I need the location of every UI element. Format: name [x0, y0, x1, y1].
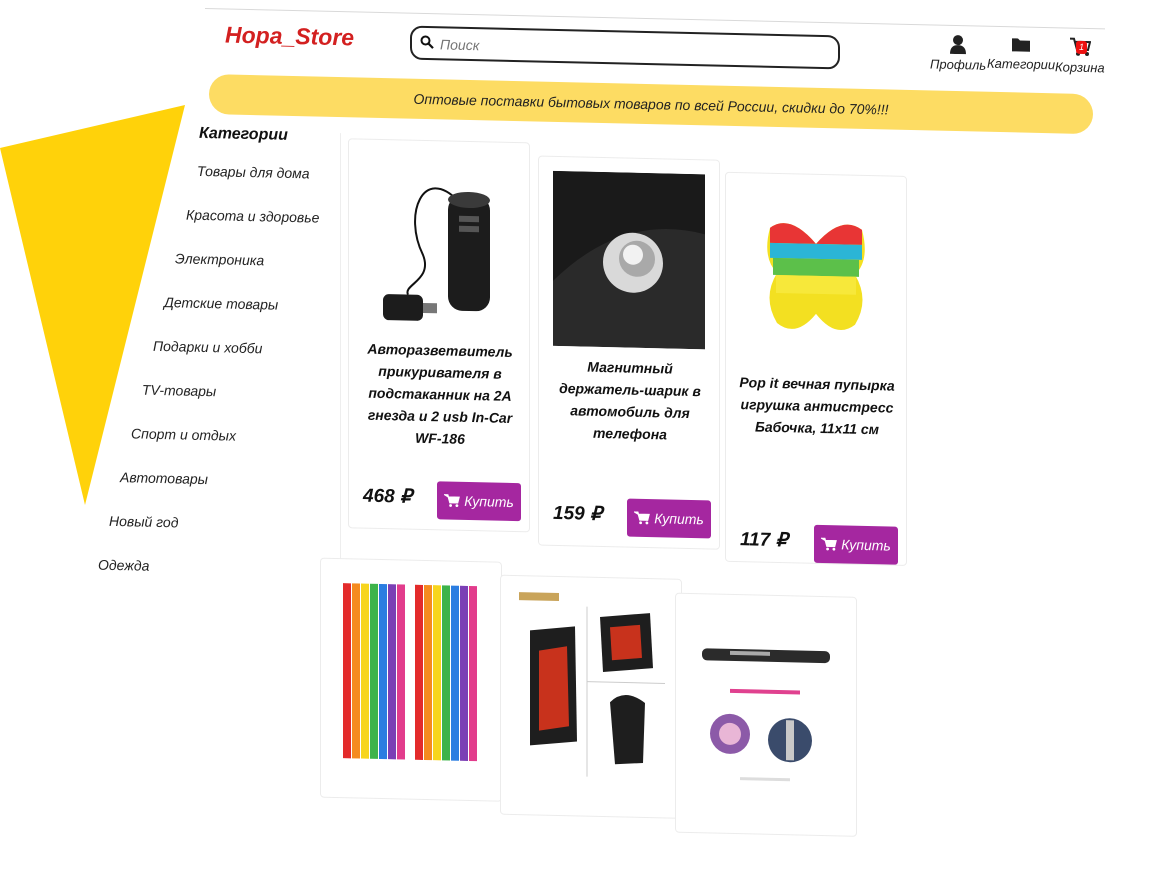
sidebar-title: Категории — [199, 124, 288, 144]
search-input[interactable] — [438, 32, 832, 66]
nav-cart[interactable]: 1 Корзина — [1055, 36, 1105, 75]
header: Hopa_Store Профиль Категории — [205, 8, 1105, 86]
sidebar-item-newyear[interactable]: Новый год — [109, 513, 178, 531]
folder-icon — [1012, 38, 1031, 52]
sidebar-item-beauty[interactable]: Красота и здоровье — [186, 207, 319, 226]
sidebar-item-electronics[interactable]: Электроника — [175, 250, 264, 268]
sidebar-item-kids[interactable]: Детские товары — [164, 294, 278, 313]
nav-cart-label: Корзина — [1055, 59, 1105, 76]
product-price: 117 ₽ — [740, 529, 788, 552]
product-image[interactable] — [740, 187, 892, 366]
product-image[interactable] — [335, 572, 487, 767]
buy-button-label: Купить — [654, 510, 704, 528]
sidebar-item-home[interactable]: Товары для дома — [197, 163, 310, 182]
product-title[interactable]: Магнитный держатель-шарик в автомобиль д… — [549, 355, 711, 447]
led-pen-light-icon — [690, 608, 842, 802]
user-icon — [950, 35, 967, 55]
cart-icon — [634, 511, 651, 525]
product-card[interactable]: Магнитный держатель-шарик в автомобиль д… — [538, 155, 720, 550]
cart-icon — [821, 537, 838, 551]
cart-icon — [444, 494, 461, 508]
cart-badge: 1 — [1076, 40, 1087, 55]
product-card[interactable] — [500, 574, 682, 819]
product-image[interactable] — [553, 170, 705, 350]
car-socket-splitter-icon — [363, 153, 515, 333]
sidebar-item-auto[interactable]: Автотовары — [120, 469, 208, 487]
nav-categories-label: Категории — [987, 55, 1056, 73]
promo-banner-text: Оптовые поставки бытовых товаров по всей… — [413, 90, 889, 118]
magnetic-phone-holder-icon — [553, 170, 705, 350]
buy-button-label: Купить — [841, 536, 891, 554]
nav-profile[interactable]: Профиль — [930, 33, 987, 73]
sidebar-item-clothes[interactable]: Одежда — [98, 557, 149, 574]
sidebar-item-gifts[interactable]: Подарки и хобби — [153, 338, 262, 356]
product-image[interactable] — [363, 153, 515, 333]
bike-phone-mount-icon — [515, 590, 667, 784]
store-logo[interactable]: Hopa_Store — [225, 21, 354, 51]
product-card[interactable]: Pop it вечная пупырка игрушка антистресс… — [725, 171, 907, 566]
product-image[interactable] — [690, 608, 842, 802]
nav-profile-label: Профиль — [930, 56, 987, 73]
sidebar-item-tv[interactable]: TV-товары — [142, 382, 216, 400]
nav-categories[interactable]: Категории — [987, 35, 1056, 73]
product-price: 159 ₽ — [553, 502, 603, 526]
buy-button[interactable]: Купить — [814, 524, 898, 565]
store-page: Hopa_Store Профиль Категории — [98, 0, 1105, 880]
promo-banner: Оптовые поставки бытовых товаров по всей… — [209, 74, 1093, 135]
buy-button[interactable]: Купить — [627, 498, 711, 539]
colored-ribbons-icon — [335, 572, 487, 767]
product-image[interactable] — [515, 590, 667, 784]
search-icon — [420, 35, 434, 49]
product-title[interactable]: Авторазветвитель прикуривателя в подстак… — [359, 337, 521, 451]
sidebar-item-sport[interactable]: Спорт и отдых — [131, 425, 236, 443]
buy-button-label: Купить — [464, 492, 514, 511]
product-title[interactable]: Pop it вечная пупырка игрушка антистресс… — [736, 371, 898, 441]
product-price: 468 ₽ — [363, 485, 413, 508]
product-card[interactable] — [320, 557, 502, 802]
search-bar[interactable] — [410, 25, 840, 70]
pop-it-butterfly-icon — [740, 187, 892, 366]
buy-button[interactable]: Купить — [437, 481, 521, 522]
product-card[interactable] — [675, 592, 857, 837]
product-card[interactable]: Авторазветвитель прикуривателя в подстак… — [348, 138, 530, 533]
